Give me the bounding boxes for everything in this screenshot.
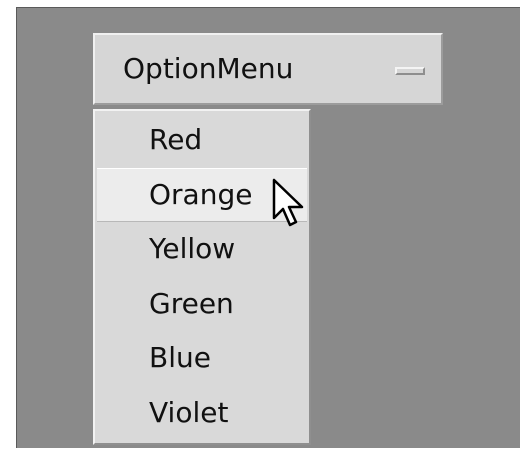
arrow-cursor-icon <box>272 178 304 227</box>
dropdown-menu: Red Orange Yellow Green Blue Violet <box>93 109 311 445</box>
option-menu-button[interactable]: OptionMenu <box>93 33 443 105</box>
menu-item-label: Orange <box>149 177 253 211</box>
menu-item-red[interactable]: Red <box>97 113 307 168</box>
menu-item-label: Yellow <box>149 232 236 265</box>
menu-item-label: Red <box>149 123 203 156</box>
menu-item-label: Blue <box>149 341 211 374</box>
option-menu-label: OptionMenu <box>123 52 294 85</box>
menu-item-yellow[interactable]: Yellow <box>97 222 307 277</box>
menu-item-label: Green <box>149 286 234 320</box>
menu-item-blue[interactable]: Blue <box>97 331 307 386</box>
option-indicator-icon <box>395 67 425 75</box>
menu-item-green[interactable]: Green <box>97 277 307 332</box>
menu-item-label: Violet <box>149 395 229 429</box>
menu-item-violet[interactable]: Violet <box>97 386 307 441</box>
